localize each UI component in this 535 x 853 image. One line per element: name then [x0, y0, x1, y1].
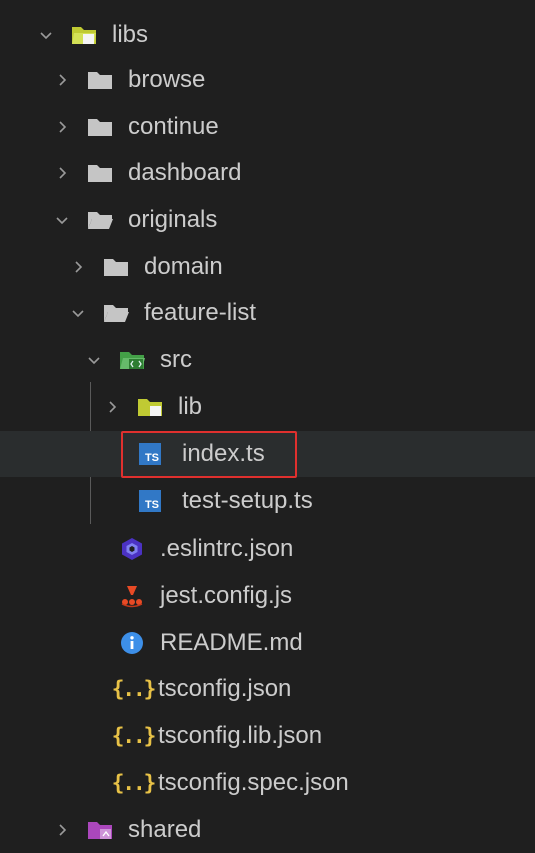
- tree-item-label: tsconfig.lib.json: [158, 722, 323, 749]
- tree-item-browse[interactable]: browse: [0, 57, 535, 103]
- eslint-icon: [118, 537, 146, 561]
- tree-item-lib[interactable]: lib: [0, 384, 535, 430]
- tree-item-tsconfig-spec[interactable]: {..} tsconfig.spec.json: [0, 760, 535, 806]
- tree-item-jest-config[interactable]: jest.config.js: [0, 573, 535, 619]
- tree-item-label: tsconfig.spec.json: [158, 769, 349, 796]
- tree-item-label: test-setup.ts: [182, 487, 313, 514]
- tree-item-feature-list[interactable]: feature-list: [0, 290, 535, 336]
- chevron-right-icon[interactable]: [52, 70, 72, 90]
- tree-item-label: README.md: [160, 629, 303, 656]
- tree-item-src[interactable]: src: [0, 337, 535, 383]
- tree-item-label: jest.config.js: [160, 582, 293, 609]
- info-icon: [118, 631, 146, 655]
- highlight-box: [121, 431, 297, 478]
- tree-item-label: src: [160, 346, 192, 373]
- chevron-right-icon[interactable]: [52, 820, 72, 840]
- tree-item-label: .eslintrc.json: [160, 535, 294, 562]
- tree-item-dashboard[interactable]: dashboard: [0, 150, 535, 196]
- tree-item-domain[interactable]: domain: [0, 244, 535, 290]
- json-icon: {..}: [111, 677, 157, 701]
- chevron-right-icon[interactable]: [68, 257, 88, 277]
- tree-item-shared[interactable]: shared: [0, 807, 535, 853]
- tree-item-tsconfig-lib[interactable]: {..} tsconfig.lib.json: [0, 713, 535, 759]
- jest-icon: [118, 584, 146, 608]
- typescript-icon-badge: TS: [139, 490, 161, 512]
- folder-icon: [86, 161, 114, 185]
- tree-item-label: feature-list: [144, 299, 257, 326]
- folder-open-icon: [102, 301, 130, 325]
- chevron-down-icon[interactable]: [68, 303, 88, 323]
- folder-icon: [86, 68, 114, 92]
- json-icon: {..}: [111, 771, 157, 795]
- tree-item-label: domain: [144, 253, 223, 280]
- tree-item-label: continue: [128, 113, 219, 140]
- tree-item-label: dashboard: [128, 159, 242, 186]
- tree-item-readme[interactable]: README.md: [0, 620, 535, 666]
- json-icon: {..}: [111, 724, 157, 748]
- folder-icon: [102, 255, 130, 279]
- tree-item-libs[interactable]: libs: [0, 12, 535, 58]
- typescript-icon: TS: [136, 489, 164, 513]
- chevron-right-icon[interactable]: [52, 117, 72, 137]
- tree-item-label: lib: [178, 393, 203, 420]
- tree-item-tsconfig[interactable]: {..} tsconfig.json: [0, 666, 535, 712]
- folder-icon: [86, 115, 114, 139]
- tree-item-label: tsconfig.json: [158, 675, 292, 702]
- tree-item-label: shared: [128, 816, 202, 843]
- tree-item-label: browse: [128, 66, 206, 93]
- chevron-down-icon[interactable]: [52, 210, 72, 230]
- folder-open-icon: [86, 208, 114, 232]
- folder-src-open-icon: [118, 348, 146, 372]
- tree-item-eslintrc[interactable]: .eslintrc.json: [0, 526, 535, 572]
- folder-lib-icon: [136, 395, 164, 419]
- tree-item-label: originals: [128, 206, 218, 233]
- tree-item-label: libs: [112, 21, 149, 48]
- chevron-right-icon[interactable]: [102, 397, 122, 417]
- chevron-down-icon[interactable]: [84, 350, 104, 370]
- tree-item-originals[interactable]: originals: [0, 197, 535, 243]
- tree-item-test-setup-ts[interactable]: TS test-setup.ts: [0, 478, 535, 524]
- chevron-right-icon[interactable]: [52, 163, 72, 183]
- folder-shared-icon: [86, 818, 114, 842]
- folder-open-special-icon: [70, 23, 98, 47]
- file-explorer-tree: libs browse continue dashboard originals…: [0, 0, 535, 850]
- chevron-down-icon[interactable]: [36, 25, 56, 45]
- tree-item-continue[interactable]: continue: [0, 104, 535, 150]
